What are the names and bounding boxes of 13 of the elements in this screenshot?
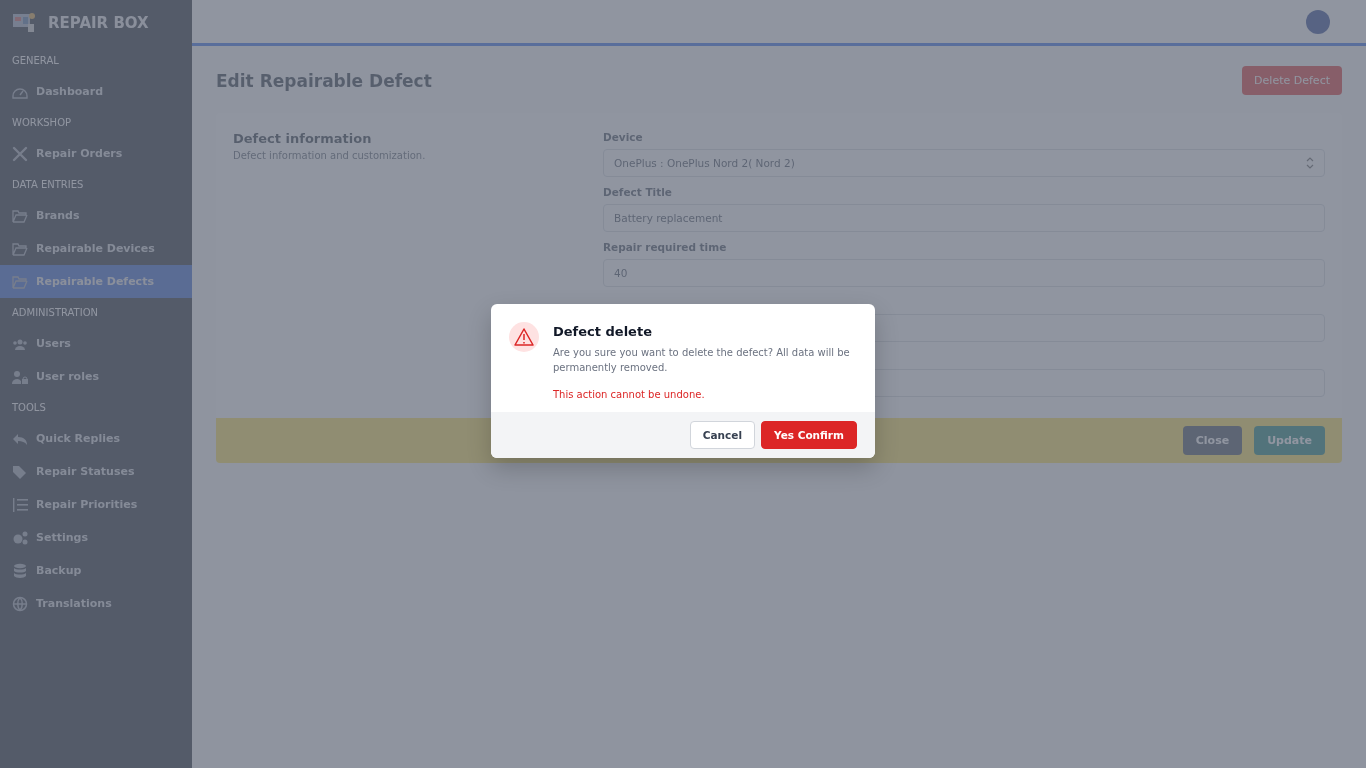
dialog-title: Defect delete	[553, 324, 653, 339]
section-title: Defect information	[233, 131, 373, 146]
nav-section-heading: DATA ENTRIES	[11, 178, 85, 192]
nav-section-heading: GENERAL	[11, 54, 60, 68]
warning-text: This action cannot be undone.	[553, 389, 706, 400]
cancel-button[interactable]: Cancel	[689, 421, 756, 449]
page-title: Edit Repairable Defect	[216, 70, 432, 91]
nav-section-heading: WORKSHOP	[11, 116, 73, 130]
dialog-message: Are you sure you want to delete the defect? All data will be permanently removed.	[553, 346, 851, 375]
nav-section-heading: TOOLS	[11, 401, 47, 415]
confirm-button[interactable]: Yes Confirm	[761, 421, 857, 449]
warning-icon	[509, 322, 539, 352]
nav-section-heading: ADMINISTRATION	[11, 306, 100, 320]
